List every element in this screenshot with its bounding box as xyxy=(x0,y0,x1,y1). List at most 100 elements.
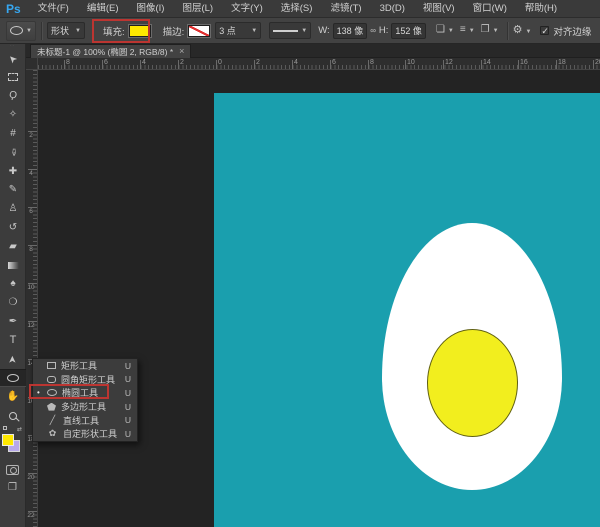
vertical-ruler[interactable]: 2 4 6 8 10 12 14 16 18 20 22 xyxy=(26,70,38,527)
menu-bar: Ps 文件(F) 编辑(E) 图像(I) 图层(L) 文字(Y) 选择(S) 滤… xyxy=(0,0,600,18)
menu-item-help[interactable]: 帮助(H) xyxy=(516,0,566,18)
tool-mode-value: 形状 xyxy=(51,24,69,37)
type-icon: T xyxy=(10,334,17,346)
tool-gradient[interactable] xyxy=(0,256,26,275)
tool-type[interactable]: T xyxy=(0,331,26,350)
path-arrangement-button[interactable]: ❐▼ xyxy=(481,25,499,36)
custom-shape-icon: ✿ xyxy=(47,429,58,438)
ruler-h-label: 14 xyxy=(483,59,491,67)
tool-zoom[interactable] xyxy=(0,406,26,425)
stroke-color-swatch[interactable] xyxy=(188,25,210,37)
tool-ellipse-shape[interactable] xyxy=(0,369,26,388)
ruler-v-label: 10 xyxy=(27,285,35,292)
tool-brush[interactable]: ✎ xyxy=(0,181,26,200)
tool-marquee[interactable] xyxy=(0,68,26,87)
close-tab-icon[interactable]: × xyxy=(179,47,184,56)
ruler-h-label: 8 xyxy=(370,59,374,67)
move-icon: ➤ xyxy=(6,52,20,66)
shortcut-key: U xyxy=(125,361,133,371)
width-input[interactable]: 138 像 xyxy=(333,23,368,39)
ellipse-icon xyxy=(47,389,57,396)
tool-hand[interactable]: ✋ xyxy=(0,387,26,406)
gradient-icon xyxy=(8,262,19,269)
flyout-item-ellipse-tool[interactable]: • 椭圆工具 U xyxy=(33,386,137,400)
shortcut-key: U xyxy=(125,402,133,412)
menu-item-window[interactable]: 窗口(W) xyxy=(464,0,516,18)
swap-colors-icon[interactable]: ⇄ xyxy=(17,426,22,433)
menu-item-3d[interactable]: 3D(D) xyxy=(371,0,414,18)
flyout-item-custom-shape-tool[interactable]: ✿ 自定形状工具 U xyxy=(33,427,137,441)
menu-item-view[interactable]: 视图(V) xyxy=(414,0,464,18)
tool-blur[interactable]: ♠ xyxy=(0,275,26,294)
rectangle-icon xyxy=(47,362,56,369)
quick-mask-button[interactable] xyxy=(6,465,19,475)
canvas[interactable] xyxy=(214,93,600,527)
flyout-item-polygon-tool[interactable]: 多边形工具 U xyxy=(33,400,137,414)
crop-icon: # xyxy=(10,128,16,139)
document-tab[interactable]: 未标题-1 @ 100% (椭圆 2, RGB/8) * × xyxy=(30,44,191,58)
tool-eraser[interactable]: ▰ xyxy=(0,237,26,256)
tool-clone-stamp[interactable]: ♙ xyxy=(0,199,26,218)
stroke-style-combo[interactable]: ▼ xyxy=(269,22,311,39)
menu-item-select[interactable]: 选择(S) xyxy=(272,0,322,18)
menu-item-layer[interactable]: 图层(L) xyxy=(173,0,222,18)
lasso-icon: Ϙ xyxy=(8,90,18,102)
clone-stamp-icon: ♙ xyxy=(9,203,18,214)
ruler-v-label: 6 xyxy=(27,209,35,216)
foreground-color-swatch[interactable] xyxy=(2,434,14,446)
tool-lasso[interactable]: Ϙ xyxy=(0,87,26,106)
tool-move[interactable]: ➤ xyxy=(0,49,26,68)
ruler-v-label: 22 xyxy=(27,513,35,520)
default-colors-icon[interactable] xyxy=(3,426,7,430)
ruler-h-label: 6 xyxy=(332,59,336,67)
ruler-corner[interactable] xyxy=(26,58,38,70)
stroke-width-combo[interactable]: 3 点 ▼ xyxy=(215,22,261,39)
flyout-item-rectangle-tool[interactable]: 矩形工具 U xyxy=(33,359,137,373)
solid-line-icon xyxy=(273,30,298,32)
tools-panel: ∙∙ ➤ Ϙ ✧ # ✑ ✚ ✎ ♙ ↺ ▰ ♠ ❍ ✒ T ➤ ✋ ⇄ ❐ xyxy=(0,44,26,527)
screen-mode-button[interactable]: ❐ xyxy=(6,483,20,493)
ruler-v-label: 12 xyxy=(27,323,35,330)
ruler-v-label: 20 xyxy=(27,475,35,482)
align-edges-checkbox[interactable]: ✓ xyxy=(540,26,549,35)
tool-history-brush[interactable]: ↺ xyxy=(0,218,26,237)
ruler-h-label: 20 xyxy=(595,59,600,67)
menu-item-type[interactable]: 文字(Y) xyxy=(222,0,272,18)
dodge-icon: ❍ xyxy=(9,297,18,308)
tool-pen[interactable]: ✒ xyxy=(0,312,26,331)
fill-color-swatch[interactable] xyxy=(129,25,151,37)
tool-path-selection[interactable]: ➤ xyxy=(0,350,26,369)
shortcut-key: U xyxy=(125,429,133,439)
tool-quick-selection[interactable]: ✧ xyxy=(0,105,26,124)
tool-eyedropper[interactable]: ✑ xyxy=(0,143,26,162)
flyout-item-line-tool[interactable]: ╱ 直线工具 U xyxy=(33,413,137,427)
path-alignment-button[interactable]: ≡▼ xyxy=(460,25,475,36)
chevron-down-icon: ▼ xyxy=(251,28,257,34)
ruler-h-label: 10 xyxy=(407,59,415,67)
tool-dodge[interactable]: ❍ xyxy=(0,293,26,312)
chevron-down-icon: ▼ xyxy=(26,28,32,34)
menu-item-edit[interactable]: 编辑(E) xyxy=(78,0,128,18)
menu-item-file[interactable]: 文件(F) xyxy=(29,0,78,18)
tool-crop[interactable]: # xyxy=(0,124,26,143)
tool-preset-picker[interactable]: ▼ xyxy=(6,21,36,41)
separator xyxy=(41,22,42,40)
flyout-label: 多边形工具 xyxy=(61,400,120,413)
menu-item-image[interactable]: 图像(I) xyxy=(128,0,174,18)
height-input[interactable]: 152 像 xyxy=(391,23,426,39)
chevron-down-icon: ▼ xyxy=(301,28,307,34)
document-title: 未标题-1 @ 100% (椭圆 2, RGB/8) * xyxy=(37,46,173,58)
menu-item-filter[interactable]: 滤镜(T) xyxy=(321,0,370,18)
pen-icon: ✒ xyxy=(9,316,17,327)
ruler-h-label: 8 xyxy=(66,59,70,67)
flyout-item-rounded-rectangle-tool[interactable]: 圆角矩形工具 U xyxy=(33,373,137,387)
tool-healing-brush[interactable]: ✚ xyxy=(0,162,26,181)
flyout-label: 直线工具 xyxy=(63,414,120,427)
tool-mode-select[interactable]: 形状 ▼ xyxy=(47,22,85,39)
gear-icon[interactable]: ⚙▼ xyxy=(513,25,532,37)
horizontal-ruler[interactable]: 8 6 4 2 0 2 4 6 8 10 12 14 16 18 20 xyxy=(26,58,600,70)
path-operations-button[interactable]: ❏▼ xyxy=(436,25,454,36)
swatch-mini-controls: ⇄ xyxy=(0,425,25,433)
link-dimensions-icon[interactable]: ∞ xyxy=(370,26,376,36)
line-icon: ╱ xyxy=(47,416,58,425)
